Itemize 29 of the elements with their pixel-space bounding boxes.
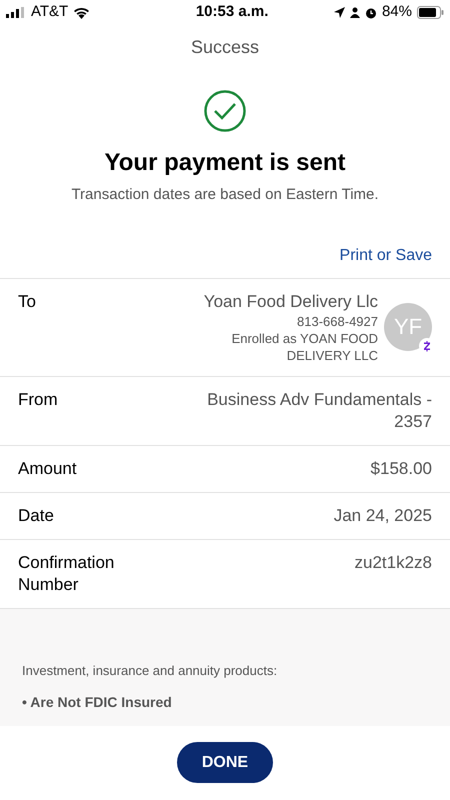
row-label: Confirmation Number	[18, 552, 116, 596]
carrier-name: AT&T	[31, 2, 68, 22]
signal-icon	[6, 7, 26, 18]
timezone-note: Transaction dates are based on Eastern Time.	[70, 185, 380, 205]
row-value: Yoan Food Delivery Llc	[204, 290, 378, 312]
disclaimer-bullet: • Are Not FDIC Insured	[22, 693, 173, 712]
row-label: From	[18, 388, 59, 410]
status-time: 10:53 a.m.	[196, 2, 268, 22]
success-check-icon	[204, 90, 246, 132]
battery-icon	[417, 6, 444, 19]
row-label: Date	[18, 504, 55, 526]
payee-detail: Enrolled as YOAN FOOD DELIVERY LLC	[230, 330, 378, 364]
confirmation-heading: Your payment is sent	[104, 148, 346, 178]
disclaimer-text: Investment, insurance and annuity products:	[22, 662, 278, 680]
payee-detail: 813-668-4927	[297, 312, 378, 330]
row-value: Business Adv Fundamentals - 2357	[206, 388, 432, 432]
row-label: To	[18, 290, 37, 312]
battery-percent: 84%	[382, 2, 412, 22]
location-arrow-icon	[334, 7, 345, 18]
print-or-save-link[interactable]: Print or Save	[340, 244, 432, 268]
screen-title: Success	[190, 36, 260, 59]
row-value: zu2t1k2z8	[354, 552, 432, 574]
row-value: Jan 24, 2025	[334, 504, 432, 526]
wifi-icon	[73, 6, 90, 18]
row-label: Amount	[18, 458, 78, 480]
person-icon	[350, 7, 360, 18]
done-button[interactable]: DONE	[177, 742, 273, 783]
row-value: $158.00	[370, 458, 432, 480]
alarm-icon	[364, 6, 377, 18]
